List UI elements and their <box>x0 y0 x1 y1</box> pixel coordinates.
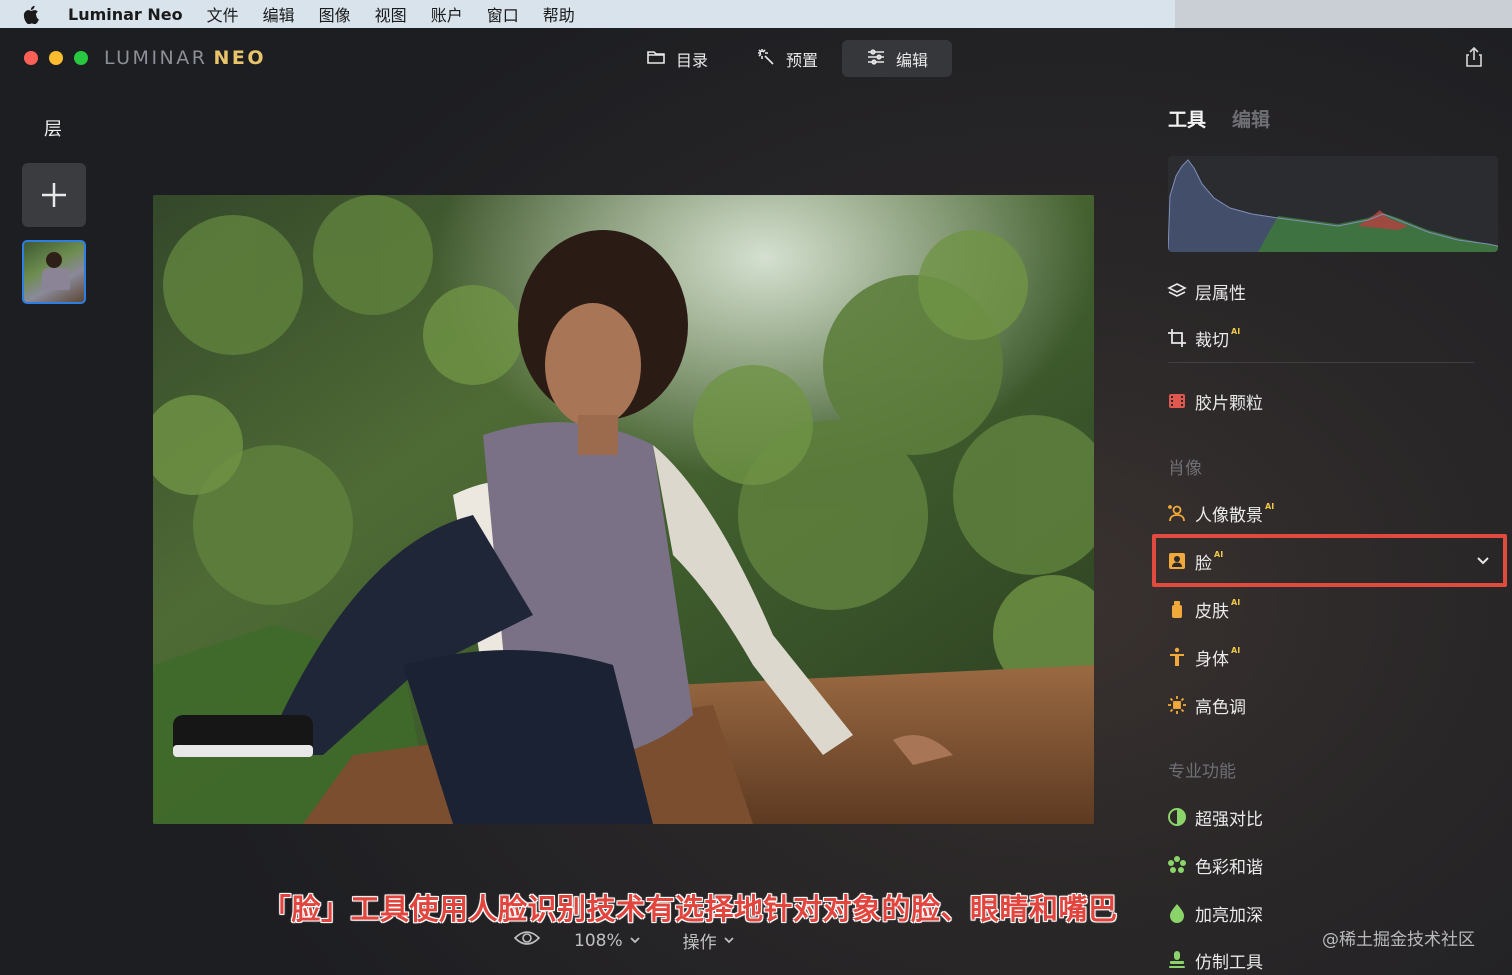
tool-supercontrast-label: 超强对比 <box>1195 809 1263 830</box>
layer-thumbnail[interactable] <box>22 240 86 304</box>
mode-switcher: 目录 预置 编辑 <box>622 40 953 77</box>
tab-presets-label: 预置 <box>786 50 819 70</box>
sliders-icon <box>866 47 886 71</box>
tool-layer-properties[interactable]: 层属性 <box>1167 279 1246 304</box>
app-window: LUMINAR NEO 目录 预置 编辑 层 「脸」工具使用人脸识别技术有选择地… <box>0 28 1512 975</box>
crop-icon <box>1167 328 1187 348</box>
tool-body[interactable]: 身体 AI <box>1167 645 1241 670</box>
tool-body-label: 身体 <box>1195 649 1229 670</box>
menu-view[interactable]: 视图 <box>375 2 407 26</box>
ai-badge: AI <box>1214 550 1224 559</box>
dodge-burn-icon <box>1167 903 1187 923</box>
skin-icon <box>1167 599 1187 619</box>
menu-account[interactable]: 账户 <box>431 2 463 26</box>
photo-canvas[interactable] <box>153 195 1094 824</box>
tab-catalog-label: 目录 <box>676 50 709 70</box>
tab-presets[interactable]: 预置 <box>732 40 842 77</box>
app-menu-name[interactable]: Luminar Neo <box>68 5 183 24</box>
tool-skin[interactable]: 皮肤 AI <box>1167 597 1241 622</box>
tool-portrait-bokeh[interactable]: 人像散景 AI <box>1167 501 1275 526</box>
eye-icon[interactable] <box>513 929 541 952</box>
color-harmony-icon <box>1167 855 1187 875</box>
face-icon <box>1167 551 1187 571</box>
tool-dodge-burn[interactable]: 加亮加深 <box>1167 901 1263 926</box>
zoom-value: 108% <box>574 930 623 951</box>
ai-badge: AI <box>1231 327 1241 336</box>
clone-icon <box>1167 950 1187 970</box>
magic-wand-icon <box>756 47 776 71</box>
logo-neo: NEO <box>213 47 267 69</box>
menu-bar-extra <box>1175 0 1512 28</box>
tool-skin-label: 皮肤 <box>1195 601 1229 622</box>
logo-luminar: LUMINAR <box>104 47 208 69</box>
folder-icon <box>646 47 666 71</box>
histogram-graph <box>1168 159 1498 252</box>
add-layer-button[interactable] <box>22 163 86 227</box>
tool-dodge-burn-label: 加亮加深 <box>1195 905 1263 926</box>
photo-image <box>153 195 1094 824</box>
tool-portrait-bokeh-label: 人像散景 <box>1195 505 1263 526</box>
tab-edits[interactable]: 编辑 <box>1232 105 1270 132</box>
section-portrait: 肖像 <box>1168 459 1202 479</box>
menu-image[interactable]: 图像 <box>319 2 351 26</box>
apple-icon[interactable] <box>22 5 44 24</box>
thumb-figure-body <box>42 268 70 290</box>
menu-help[interactable]: 帮助 <box>543 2 575 26</box>
plus-icon <box>42 183 66 207</box>
tool-layer-properties-label: 层属性 <box>1195 283 1246 304</box>
ai-badge: AI <box>1265 502 1275 511</box>
tool-crop[interactable]: 裁切 AI <box>1167 326 1241 351</box>
tool-high-key[interactable]: 高色调 <box>1167 693 1246 718</box>
tab-catalog[interactable]: 目录 <box>622 40 732 77</box>
tool-face[interactable]: 脸 AI <box>1167 549 1224 574</box>
tool-clone-label: 仿制工具 <box>1195 952 1263 973</box>
menu-file[interactable]: 文件 <box>207 2 239 26</box>
section-professional: 专业功能 <box>1168 762 1236 782</box>
ai-badge: AI <box>1231 646 1241 655</box>
tool-film-grain-label: 胶片颗粒 <box>1195 393 1263 414</box>
panel-divider <box>1168 362 1474 363</box>
window-controls <box>24 51 88 65</box>
tool-color-harmony[interactable]: 色彩和谐 <box>1167 853 1263 878</box>
operations-dropdown[interactable]: 操作 <box>683 928 735 953</box>
film-icon <box>1167 391 1187 411</box>
tool-supercontrast[interactable]: 超强对比 <box>1167 805 1263 830</box>
tab-tools[interactable]: 工具 <box>1168 105 1206 132</box>
tool-face-label: 脸 <box>1195 553 1212 574</box>
caption-overlay: 「脸」工具使用人脸识别技术有选择地针对对象的脸、眼睛和嘴巴 <box>262 892 1118 926</box>
operations-label: 操作 <box>682 933 717 953</box>
maximize-window-button[interactable] <box>74 51 88 65</box>
tab-edit[interactable]: 编辑 <box>842 40 953 77</box>
menu-bar: Luminar Neo 文件 编辑 图像 视图 账户 窗口 帮助 <box>0 0 1175 28</box>
chevron-down-icon <box>629 931 641 951</box>
tool-color-harmony-label: 色彩和谐 <box>1195 857 1263 878</box>
body-icon <box>1167 647 1187 667</box>
watermark: @稀土掘金技术社区 <box>1322 930 1475 950</box>
ai-badge: AI <box>1231 598 1241 607</box>
minimize-window-button[interactable] <box>49 51 63 65</box>
panel-tabs: 工具 编辑 <box>1168 105 1270 132</box>
histogram <box>1168 156 1498 252</box>
high-key-icon <box>1167 695 1187 715</box>
chevron-down-icon <box>723 931 735 951</box>
tab-edit-label: 编辑 <box>896 50 929 70</box>
layers-title: 层 <box>44 119 62 140</box>
contrast-icon <box>1167 807 1187 827</box>
layers-icon <box>1167 281 1187 301</box>
tool-high-key-label: 高色调 <box>1195 697 1246 718</box>
thumb-figure-head <box>46 252 62 268</box>
tool-clone[interactable]: 仿制工具 <box>1167 948 1263 973</box>
zoom-dropdown[interactable]: 108% <box>574 931 641 951</box>
tool-film-grain[interactable]: 胶片颗粒 <box>1167 389 1263 414</box>
app-logo: LUMINAR NEO <box>104 47 266 69</box>
share-icon[interactable] <box>1464 46 1484 68</box>
menu-window[interactable]: 窗口 <box>487 2 519 26</box>
portrait-bokeh-icon <box>1167 503 1187 523</box>
tool-crop-label: 裁切 <box>1195 330 1229 351</box>
close-window-button[interactable] <box>24 51 38 65</box>
menu-edit[interactable]: 编辑 <box>263 2 295 26</box>
bottom-toolbar: 108% 操作 <box>513 928 735 953</box>
chevron-down-icon[interactable] <box>1475 552 1491 572</box>
